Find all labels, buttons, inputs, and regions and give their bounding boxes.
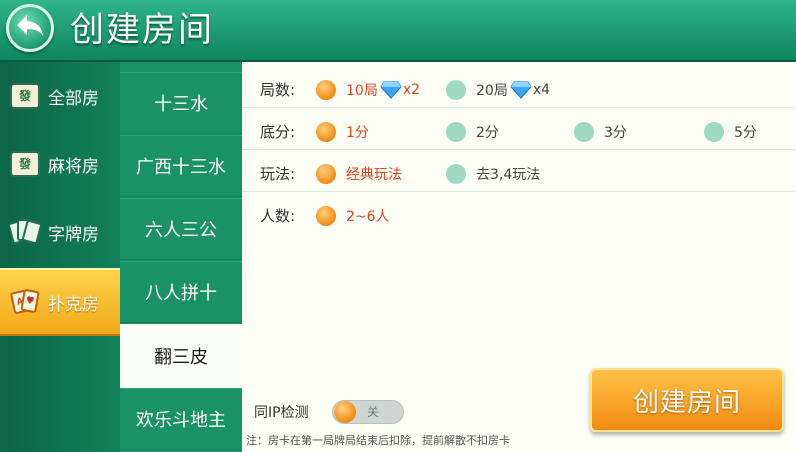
radio-selected[interactable] (316, 164, 336, 184)
game-item-shisanshui[interactable]: 十三水 (120, 72, 242, 134)
game-item-guangxi-shisanshui[interactable]: 广西十三水 (120, 135, 242, 197)
players-row: 人数: 2~6人 (242, 198, 796, 234)
play-mode-row: 玩法: 经典玩法 去3,4玩法 (242, 156, 796, 192)
base-score-option-2[interactable]: 2分 (446, 114, 499, 150)
back-arrow-icon (15, 12, 45, 45)
play-mode-option-classic[interactable]: 经典玩法 (316, 156, 402, 192)
mahjong-tile-icon: 發 (8, 149, 42, 179)
category-label: 字牌房 (48, 224, 99, 245)
category-poker-rooms[interactable]: A ♥ 扑克房 (0, 268, 120, 336)
radio-unselected[interactable] (446, 80, 466, 100)
create-room-button[interactable]: 创建房间 (590, 368, 784, 432)
diamond-icon (380, 81, 402, 99)
diamond-icon (510, 81, 532, 99)
rounds-option-20[interactable]: 20局 x4 (446, 72, 550, 108)
game-label: 欢乐斗地主 (136, 410, 226, 431)
header-bar: 创建房间 (0, 0, 796, 62)
game-label: 八人拼十 (145, 283, 217, 304)
poker-cards-icon: A ♥ (8, 287, 42, 317)
game-item-fansanpi[interactable]: 翻三皮 (120, 324, 242, 388)
radio-selected[interactable] (316, 206, 336, 226)
category-mahjong-rooms[interactable]: 發 麻将房 (0, 130, 120, 198)
radio-selected[interactable] (316, 122, 336, 142)
base-score-label: 底分: (260, 123, 296, 141)
radio-unselected[interactable] (446, 164, 466, 184)
toggle-knob[interactable] (334, 401, 356, 423)
base-score-option-5[interactable]: 5分 (704, 114, 757, 150)
category-all-rooms[interactable]: 發 全部房 (0, 62, 120, 130)
rounds-row: 局数: 10局 x2 20局 x4 (242, 72, 796, 108)
options-panel: 局数: 10局 x2 20局 x4 底分: 1分 2分 3分 5分 玩法: 经典… (242, 62, 796, 452)
base-score-option-1[interactable]: 1分 (316, 114, 369, 150)
game-label: 六人三公 (145, 220, 217, 241)
game-item-liuren-sangong[interactable]: 六人三公 (120, 198, 242, 260)
game-label: 十三水 (154, 94, 208, 115)
radio-unselected[interactable] (704, 122, 724, 142)
page-title: 创建房间 (70, 10, 214, 50)
radio-unselected[interactable] (574, 122, 594, 142)
category-label: 扑克房 (48, 294, 99, 315)
players-option-2-6[interactable]: 2~6人 (316, 198, 390, 234)
radio-unselected[interactable] (446, 122, 466, 142)
base-score-option-3[interactable]: 3分 (574, 114, 627, 150)
category-label: 全部房 (48, 88, 99, 109)
rounds-option-10[interactable]: 10局 x2 (316, 72, 420, 108)
base-score-row: 底分: 1分 2分 3分 5分 (242, 114, 796, 150)
category-word-card-rooms[interactable]: 字牌房 (0, 198, 120, 266)
back-button[interactable] (6, 4, 54, 52)
players-label: 人数: (260, 207, 296, 225)
game-item-baren-pinshi[interactable]: 八人拼十 (120, 261, 242, 323)
play-mode-option-no34[interactable]: 去3,4玩法 (446, 156, 540, 192)
category-sidebar: 發 全部房 發 麻将房 字牌房 A ♥ 扑克房 (0, 62, 120, 452)
game-item-huanle-doudizhu[interactable]: 欢乐斗地主 (120, 388, 242, 450)
toggle-label: 关 (367, 405, 380, 419)
radio-selected[interactable] (316, 80, 336, 100)
game-label: 广西十三水 (136, 157, 226, 178)
ip-check-label: 同IP检测 (254, 405, 309, 421)
ip-check-toggle[interactable]: 关 (332, 400, 404, 424)
word-cards-icon (7, 217, 43, 247)
room-card-note: 注：房卡在第一局牌局结束后扣除，提前解散不扣房卡 (246, 434, 510, 447)
play-mode-label: 玩法: (260, 165, 296, 183)
mahjong-tile-icon: 發 (8, 81, 42, 111)
category-label: 麻将房 (48, 156, 99, 177)
game-label: 翻三皮 (154, 347, 208, 368)
rounds-label: 局数: (260, 81, 296, 99)
game-list: 十三水 广西十三水 六人三公 八人拼十 翻三皮 欢乐斗地主 (120, 62, 242, 452)
